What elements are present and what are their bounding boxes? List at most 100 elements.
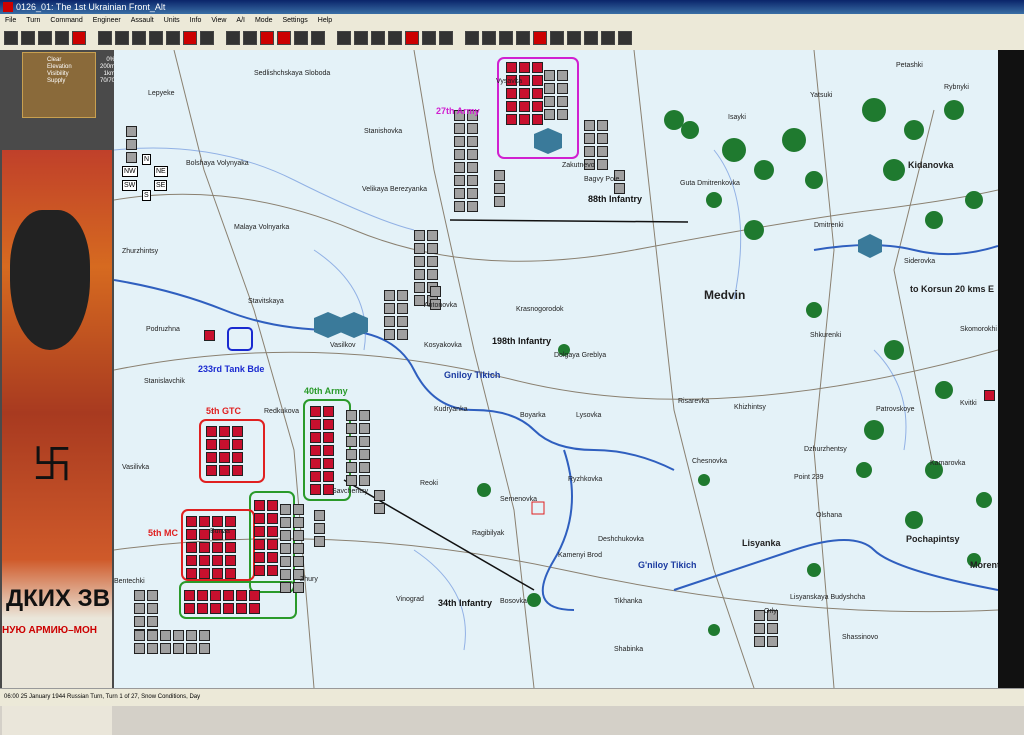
unit-counter[interactable] bbox=[519, 114, 530, 125]
toolbar-button[interactable] bbox=[439, 31, 453, 45]
unit-counter[interactable] bbox=[293, 517, 304, 528]
unit-counter[interactable] bbox=[280, 504, 291, 515]
unit-counter[interactable] bbox=[519, 101, 530, 112]
compass-s-button[interactable]: S bbox=[142, 190, 151, 201]
unit-counter[interactable] bbox=[597, 133, 608, 144]
unit-counter[interactable] bbox=[323, 471, 334, 482]
unit-counter[interactable] bbox=[754, 623, 765, 634]
unit-counter[interactable] bbox=[467, 136, 478, 147]
compass-n-button[interactable]: N bbox=[142, 154, 152, 165]
unit-counter[interactable] bbox=[427, 230, 438, 241]
unit-counter[interactable] bbox=[199, 529, 210, 540]
unit-counter[interactable] bbox=[430, 286, 441, 297]
toolbar-button[interactable] bbox=[243, 31, 257, 45]
unit-counter[interactable] bbox=[454, 162, 465, 173]
unit-counter[interactable] bbox=[346, 475, 357, 486]
unit-counter[interactable] bbox=[280, 556, 291, 567]
unit-counter[interactable] bbox=[414, 256, 425, 267]
unit-counter[interactable] bbox=[134, 643, 145, 654]
unit-counter[interactable] bbox=[232, 465, 243, 476]
toolbar-button[interactable] bbox=[516, 31, 530, 45]
unit-counter[interactable] bbox=[427, 243, 438, 254]
unit-counter[interactable] bbox=[397, 316, 408, 327]
toolbar-button[interactable] bbox=[21, 31, 35, 45]
toolbar-button[interactable] bbox=[115, 31, 129, 45]
unit-counter[interactable] bbox=[310, 471, 321, 482]
toolbar-button[interactable] bbox=[482, 31, 496, 45]
menu-units[interactable]: Units bbox=[159, 14, 185, 28]
unit-counter[interactable] bbox=[519, 88, 530, 99]
toolbar-button[interactable] bbox=[601, 31, 615, 45]
unit-counter[interactable] bbox=[544, 96, 555, 107]
unit-counter[interactable] bbox=[414, 243, 425, 254]
unit-counter[interactable] bbox=[199, 568, 210, 579]
unit-counter[interactable] bbox=[494, 196, 505, 207]
toolbar-button[interactable] bbox=[422, 31, 436, 45]
toolbar-button[interactable] bbox=[166, 31, 180, 45]
unit-counter[interactable] bbox=[225, 555, 236, 566]
unit-counter[interactable] bbox=[186, 529, 197, 540]
unit-counter[interactable] bbox=[557, 96, 568, 107]
unit-counter[interactable] bbox=[359, 462, 370, 473]
game-map[interactable]: Sedlishchskaya Sloboda Lepyeke Stanishov… bbox=[114, 50, 998, 688]
compass-rose[interactable]: N NW NE SW SE S bbox=[122, 154, 178, 201]
unit-counter[interactable] bbox=[346, 462, 357, 473]
toolbar-button[interactable] bbox=[371, 31, 385, 45]
unit-counter[interactable] bbox=[519, 62, 530, 73]
unit-counter[interactable] bbox=[323, 406, 334, 417]
menu-file[interactable]: File bbox=[0, 14, 21, 28]
unit-counter[interactable] bbox=[225, 542, 236, 553]
unit-counter[interactable] bbox=[199, 555, 210, 566]
unit-counter[interactable] bbox=[310, 484, 321, 495]
unit-counter[interactable] bbox=[206, 452, 217, 463]
unit-counter[interactable] bbox=[506, 101, 517, 112]
unit-counter[interactable] bbox=[467, 175, 478, 186]
unit-counter[interactable] bbox=[293, 582, 304, 593]
unit-counter[interactable] bbox=[249, 603, 260, 614]
unit-counter[interactable] bbox=[173, 630, 184, 641]
unit-counter[interactable] bbox=[359, 436, 370, 447]
unit-counter[interactable] bbox=[767, 623, 778, 634]
menu-command[interactable]: Command bbox=[45, 14, 87, 28]
toolbar-button[interactable] bbox=[55, 31, 69, 45]
unit-counter[interactable] bbox=[254, 552, 265, 563]
unit-counter[interactable] bbox=[186, 568, 197, 579]
unit-counter[interactable] bbox=[454, 175, 465, 186]
unit-counter[interactable] bbox=[374, 490, 385, 501]
toolbar-button[interactable] bbox=[200, 31, 214, 45]
unit-counter[interactable] bbox=[346, 436, 357, 447]
toolbar-button[interactable] bbox=[260, 31, 274, 45]
unit-counter[interactable] bbox=[254, 565, 265, 576]
unit-counter[interactable] bbox=[254, 513, 265, 524]
toolbar-button[interactable] bbox=[38, 31, 52, 45]
unit-counter[interactable] bbox=[397, 329, 408, 340]
unit-counter[interactable] bbox=[597, 146, 608, 157]
unit-counter[interactable] bbox=[197, 590, 208, 601]
unit-counter[interactable] bbox=[346, 410, 357, 421]
unit-counter[interactable] bbox=[204, 330, 215, 341]
unit-counter[interactable] bbox=[544, 70, 555, 81]
unit-counter[interactable] bbox=[186, 542, 197, 553]
compass-ne-button[interactable]: NE bbox=[154, 166, 168, 177]
unit-counter[interactable] bbox=[134, 630, 145, 641]
unit-counter[interactable] bbox=[219, 452, 230, 463]
toolbar-button[interactable] bbox=[405, 31, 419, 45]
unit-counter[interactable] bbox=[597, 159, 608, 170]
unit-counter[interactable] bbox=[454, 123, 465, 134]
unit-counter[interactable] bbox=[984, 390, 995, 401]
unit-counter[interactable] bbox=[454, 201, 465, 212]
unit-counter[interactable] bbox=[267, 539, 278, 550]
unit-counter[interactable] bbox=[314, 536, 325, 547]
unit-counter[interactable] bbox=[544, 109, 555, 120]
unit-counter[interactable] bbox=[584, 133, 595, 144]
unit-counter[interactable] bbox=[597, 120, 608, 131]
unit-counter[interactable] bbox=[186, 516, 197, 527]
toolbar-button[interactable] bbox=[388, 31, 402, 45]
unit-counter[interactable] bbox=[199, 630, 210, 641]
menu-assault[interactable]: Assault bbox=[126, 14, 159, 28]
menu-help[interactable]: Help bbox=[313, 14, 337, 28]
unit-counter[interactable] bbox=[160, 643, 171, 654]
unit-counter[interactable] bbox=[532, 62, 543, 73]
unit-counter[interactable] bbox=[532, 101, 543, 112]
toolbar-button[interactable] bbox=[618, 31, 632, 45]
